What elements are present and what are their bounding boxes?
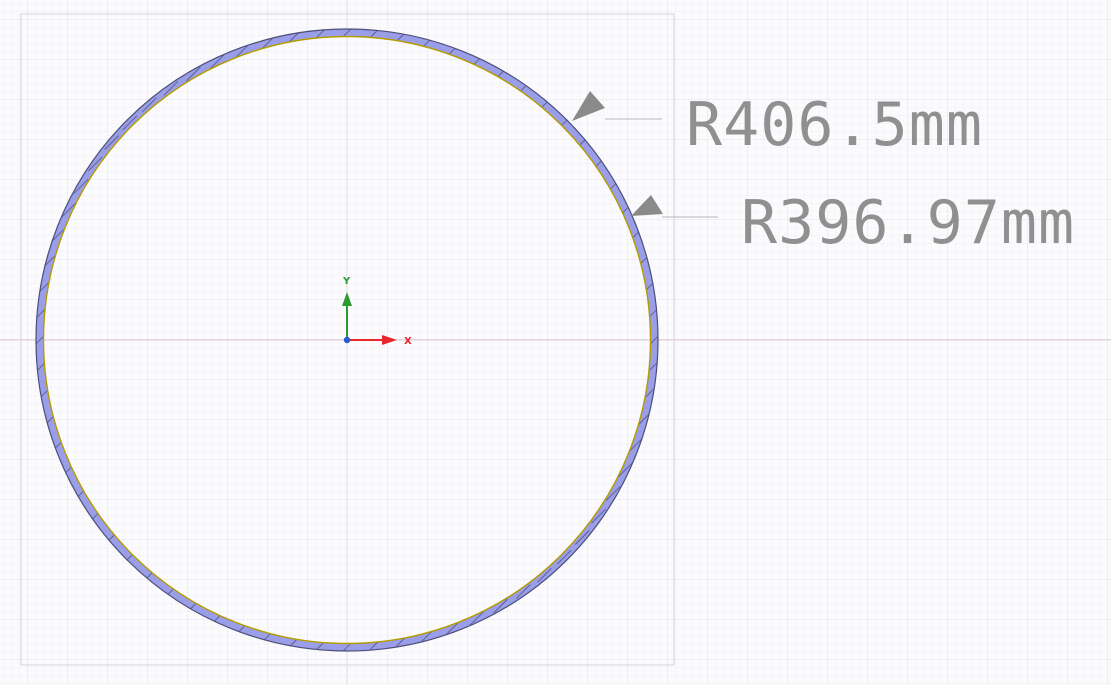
x-axis-label: X	[404, 336, 412, 347]
outer-radius-label: R406.5mm	[686, 90, 983, 160]
drawing-canvas[interactable]: R406.5mm R396.97mm Y X	[0, 0, 1111, 685]
origin-point	[343, 336, 351, 344]
inner-radius-label: R396.97mm	[741, 188, 1075, 258]
y-axis-label: Y	[342, 276, 351, 287]
